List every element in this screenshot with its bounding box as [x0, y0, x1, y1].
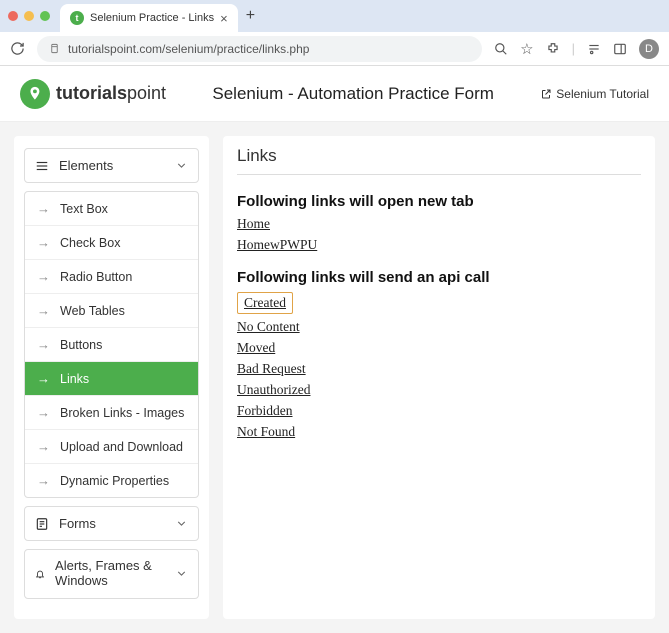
profile-avatar[interactable]: D	[639, 39, 659, 59]
content-area: Elements → Text Box → Check Box → Radio Butto…	[0, 122, 669, 633]
link-line: HomewPWPU	[237, 237, 641, 253]
category-elements[interactable]: Elements	[24, 148, 199, 183]
link-line: Home	[237, 216, 641, 232]
arrow-right-icon: →	[37, 201, 50, 216]
main-heading: Links	[237, 146, 641, 175]
sidebar-item-dynamic-properties[interactable]: → Dynamic Properties	[25, 464, 198, 497]
link-no-content[interactable]: No Content	[237, 319, 300, 334]
link-created[interactable]: Created	[244, 295, 286, 310]
chevron-down-icon	[175, 517, 188, 530]
sidebar-item-label: Dynamic Properties	[60, 474, 169, 488]
browser-tab-strip: t Selenium Practice - Links × +	[0, 0, 669, 32]
address-bar[interactable]: tutorialspoint.com/selenium/practice/lin…	[37, 36, 482, 62]
media-controls-icon[interactable]	[587, 42, 601, 56]
sidebar-item-label: Broken Links - Images	[60, 406, 184, 420]
browser-toolbar: tutorialspoint.com/selenium/practice/lin…	[0, 32, 669, 66]
close-tab-icon[interactable]: ×	[220, 11, 228, 26]
arrow-right-icon: →	[37, 269, 50, 284]
link-line: No Content	[237, 319, 641, 335]
favicon: t	[70, 11, 84, 25]
sidebar-item-buttons[interactable]: → Buttons	[25, 328, 198, 362]
page-title: Selenium - Automation Practice Form	[166, 84, 540, 104]
arrow-right-icon: →	[37, 473, 50, 488]
arrow-right-icon: →	[37, 235, 50, 250]
elements-menu: → Text Box → Check Box → Radio Button → Web Tab…	[24, 191, 199, 498]
maximize-window-button[interactable]	[40, 11, 50, 21]
sidebar-item-label: Text Box	[60, 202, 108, 216]
link-unauthorized[interactable]: Unauthorized	[237, 382, 310, 397]
site-logo[interactable]: tutorialspoint	[20, 79, 166, 109]
close-window-button[interactable]	[8, 11, 18, 21]
sidebar-item-upload-and-download[interactable]: → Upload and Download	[25, 430, 198, 464]
category-label: Elements	[59, 158, 113, 173]
url-text: tutorialspoint.com/selenium/practice/lin…	[68, 42, 309, 56]
link-line: Moved	[237, 340, 641, 356]
category-label: Forms	[59, 516, 96, 531]
link-line: Unauthorized	[237, 382, 641, 398]
arrow-right-icon: →	[37, 337, 50, 352]
sidebar-item-label: Radio Button	[60, 270, 132, 284]
site-info-icon	[49, 43, 60, 54]
zoom-icon[interactable]	[494, 42, 508, 56]
link-line: Not Found	[237, 424, 641, 440]
logo-text: tutorialspoint	[56, 83, 166, 104]
external-link-icon	[540, 88, 552, 100]
page-header: tutorialspoint Selenium - Automation Pra…	[0, 66, 669, 122]
arrow-right-icon: →	[37, 371, 50, 386]
sidebar-item-web-tables[interactable]: → Web Tables	[25, 294, 198, 328]
link-bad-request[interactable]: Bad Request	[237, 361, 306, 376]
extensions-icon[interactable]	[546, 42, 560, 56]
category-forms[interactable]: Forms	[24, 506, 199, 541]
sidebar-item-text-box[interactable]: → Text Box	[25, 192, 198, 226]
new-tab-button[interactable]: +	[246, 7, 255, 25]
link-homewpwpu[interactable]: HomewPWPU	[237, 237, 317, 252]
logo-mark-icon	[20, 79, 50, 109]
browser-tab[interactable]: t Selenium Practice - Links ×	[60, 4, 238, 32]
sidebar-item-label: Links	[60, 372, 89, 386]
sidebar-item-label: Web Tables	[60, 304, 125, 318]
highlight-box: Created	[237, 292, 293, 314]
link-line: Forbidden	[237, 403, 641, 419]
arrow-right-icon: →	[37, 439, 50, 454]
chevron-down-icon	[175, 567, 188, 580]
link-moved[interactable]: Moved	[237, 340, 275, 355]
link-forbidden[interactable]: Forbidden	[237, 403, 293, 418]
link-not-found[interactable]: Not Found	[237, 424, 295, 439]
sidebar-item-radio-button[interactable]: → Radio Button	[25, 260, 198, 294]
section-newtab-heading: Following links will open new tab	[237, 193, 641, 210]
link-home[interactable]: Home	[237, 216, 270, 231]
main-panel: Links Following links will open new tab …	[223, 136, 655, 619]
section-api-heading: Following links will send an api call	[237, 269, 641, 286]
sidebar-item-label: Buttons	[60, 338, 102, 352]
reload-icon[interactable]	[10, 41, 25, 56]
sidebar-item-links[interactable]: → Links	[25, 362, 198, 396]
side-panel-icon[interactable]	[613, 42, 627, 56]
bell-icon	[35, 567, 45, 581]
arrow-right-icon: →	[37, 303, 50, 318]
link-line: Bad Request	[237, 361, 641, 377]
tab-title: Selenium Practice - Links	[90, 12, 214, 24]
link-line: Created	[237, 292, 641, 314]
arrow-right-icon: →	[37, 405, 50, 420]
menu-icon	[35, 159, 49, 173]
chevron-down-icon	[175, 159, 188, 172]
sidebar-item-broken-links-images[interactable]: → Broken Links - Images	[25, 396, 198, 430]
bookmark-icon[interactable]: ☆	[520, 40, 533, 58]
window-controls	[8, 11, 50, 21]
minimize-window-button[interactable]	[24, 11, 34, 21]
sidebar: Elements → Text Box → Check Box → Radio Butto…	[14, 136, 209, 619]
sidebar-item-check-box[interactable]: → Check Box	[25, 226, 198, 260]
category-label: Alerts, Frames & Windows	[55, 559, 165, 589]
category-alerts[interactable]: Alerts, Frames & Windows	[24, 549, 199, 599]
selenium-tutorial-link[interactable]: Selenium Tutorial	[540, 87, 649, 101]
sidebar-item-label: Check Box	[60, 236, 120, 250]
forms-icon	[35, 517, 49, 531]
sidebar-item-label: Upload and Download	[60, 440, 183, 454]
